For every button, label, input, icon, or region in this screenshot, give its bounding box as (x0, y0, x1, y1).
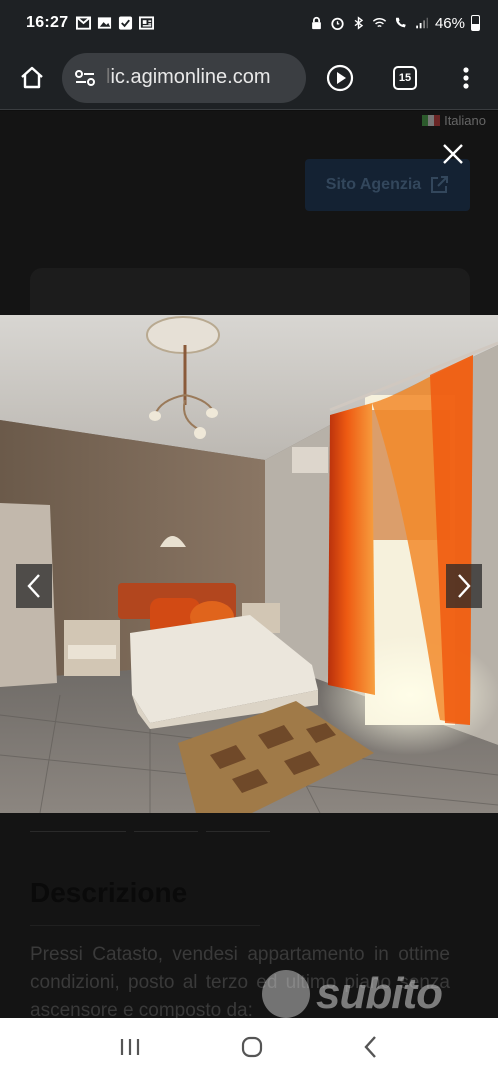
tabs-button[interactable]: 15 (385, 58, 425, 98)
lock-icon (312, 16, 321, 30)
language-selector[interactable]: Italiano (422, 113, 486, 128)
chevron-right-icon (458, 574, 471, 598)
bluetooth-icon (354, 16, 364, 30)
thumbnail[interactable] (206, 814, 270, 832)
battery-percent: 46% (434, 14, 465, 32)
bedroom-photo (0, 315, 498, 813)
home-button[interactable] (12, 58, 52, 98)
back-icon (364, 1035, 376, 1058)
thumbnail[interactable] (30, 814, 126, 832)
wifi-icon (372, 18, 387, 28)
close-lightbox-button[interactable] (433, 134, 473, 174)
previous-photo-button[interactable] (16, 564, 52, 608)
language-label: Italiano (444, 113, 486, 128)
close-icon (443, 144, 463, 164)
recent-apps-button[interactable] (119, 1037, 141, 1062)
italy-flag-icon (422, 115, 441, 126)
play-button[interactable] (320, 58, 360, 98)
news-icon (139, 16, 155, 30)
external-link-icon (431, 176, 449, 193)
browser-toolbar: lic.agimonline.com 15 (0, 46, 498, 110)
gmail-icon (76, 16, 92, 30)
divider (30, 925, 260, 926)
alarm-icon (331, 17, 344, 30)
notification-icons (76, 16, 155, 30)
battery-icon (471, 15, 480, 31)
system-navigation-bar (0, 1018, 498, 1080)
wifi-calling-icon (395, 17, 406, 28)
next-photo-button[interactable] (446, 564, 482, 608)
clock: 16:27 (26, 14, 69, 31)
signal-icon (416, 17, 428, 29)
thumbnail[interactable] (134, 814, 198, 832)
thumbnail-strip (30, 814, 290, 834)
home-nav-button[interactable] (240, 1035, 264, 1064)
home-icon (21, 66, 43, 88)
gallery-icon (98, 17, 112, 29)
tab-count: 15 (393, 66, 417, 90)
status-bar: 16:27 46% (0, 0, 498, 46)
subito-logo-icon (262, 970, 310, 1018)
more-vert-icon (463, 67, 469, 89)
recent-apps-icon (121, 1038, 140, 1055)
chevron-left-icon (27, 574, 40, 598)
system-icons: 46% (309, 15, 480, 32)
check-icon (119, 16, 133, 30)
site-settings-icon[interactable] (74, 68, 96, 88)
agency-site-label: Sito Agenzia (325, 176, 422, 193)
url-text: lic.agimonline.com (106, 66, 271, 88)
address-bar[interactable]: lic.agimonline.com (62, 52, 306, 103)
gallery-photo[interactable] (0, 315, 498, 813)
description-title: Descrizione (30, 877, 188, 908)
subito-watermark: subito (262, 969, 443, 1018)
home-circle-icon (241, 1036, 263, 1057)
menu-button[interactable] (446, 58, 486, 98)
back-nav-button[interactable] (363, 1035, 379, 1064)
subito-watermark-text: subito (316, 969, 443, 1018)
play-icon (326, 64, 354, 92)
